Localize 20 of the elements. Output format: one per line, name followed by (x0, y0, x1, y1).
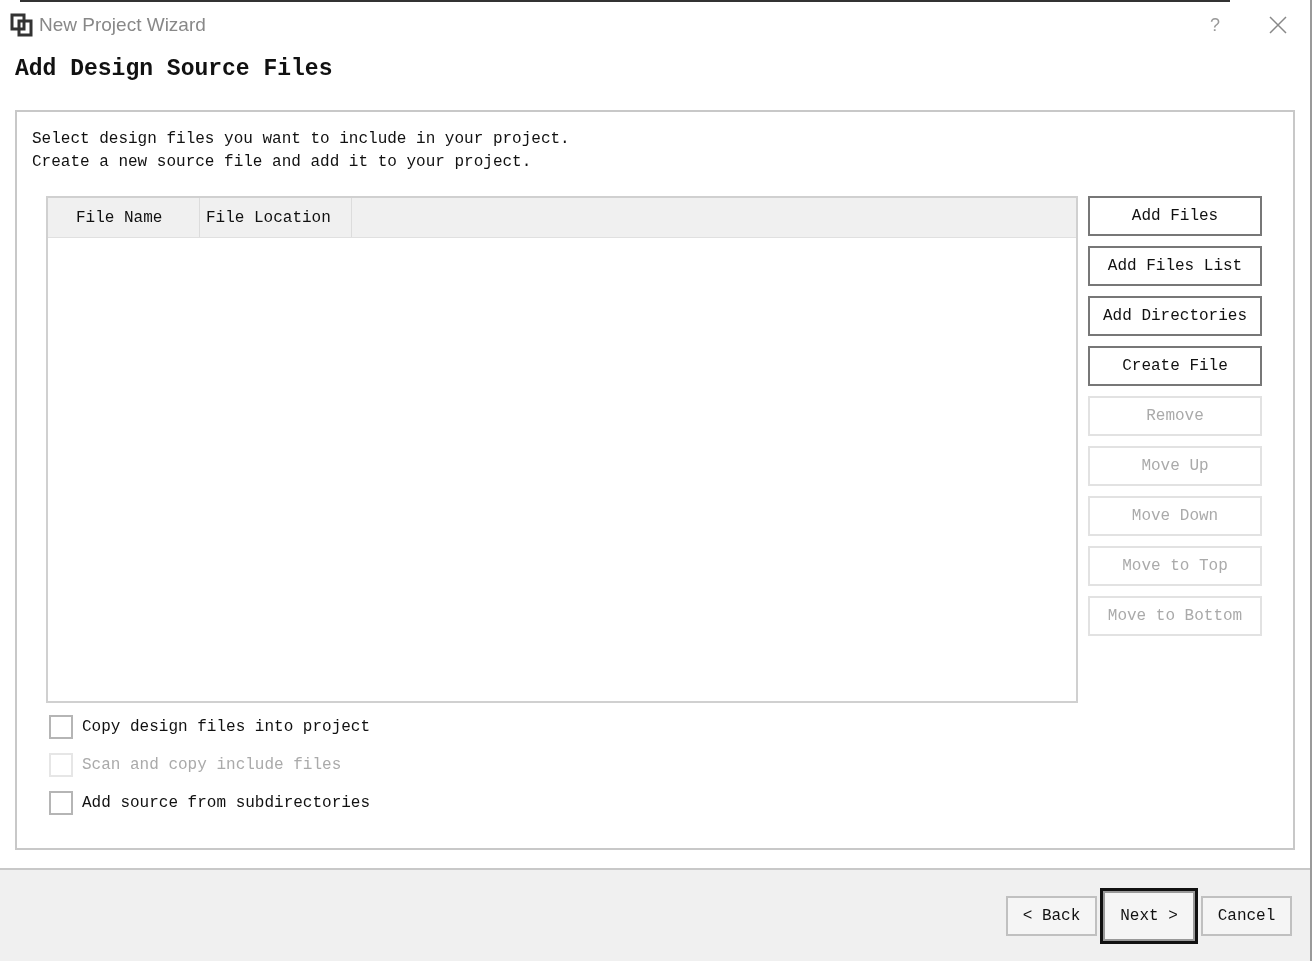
action-button[interactable]: Add Files (1088, 196, 1262, 236)
footer-button[interactable]: Cancel (1201, 895, 1292, 936)
footer-button[interactable]: Next > (1103, 890, 1195, 941)
column-header[interactable]: File Location (200, 198, 352, 237)
page-heading: Add Design Source Files (14, 55, 334, 84)
checkbox-label: Copy design files into project (82, 717, 371, 738)
instruction-text: Create a new source file and add it to your project. (32, 152, 532, 173)
checkbox[interactable] (49, 791, 73, 815)
app-logo-icon (10, 13, 34, 37)
action-button[interactable]: Add Files List (1088, 246, 1262, 286)
checkbox[interactable] (49, 715, 73, 739)
instruction-text: Select design files you want to include in your project. (32, 129, 570, 150)
action-button[interactable]: Add Directories (1088, 296, 1262, 336)
window-title: New Project Wizard (39, 12, 206, 37)
action-button[interactable]: Create File (1088, 346, 1262, 386)
footer-button[interactable]: < Back (1006, 895, 1097, 936)
column-header[interactable]: File Name (48, 198, 200, 237)
close-icon (1269, 16, 1287, 34)
checkbox-label: Scan and copy include files (82, 755, 342, 776)
checkbox-label: Add source from subdirectories (82, 793, 371, 814)
